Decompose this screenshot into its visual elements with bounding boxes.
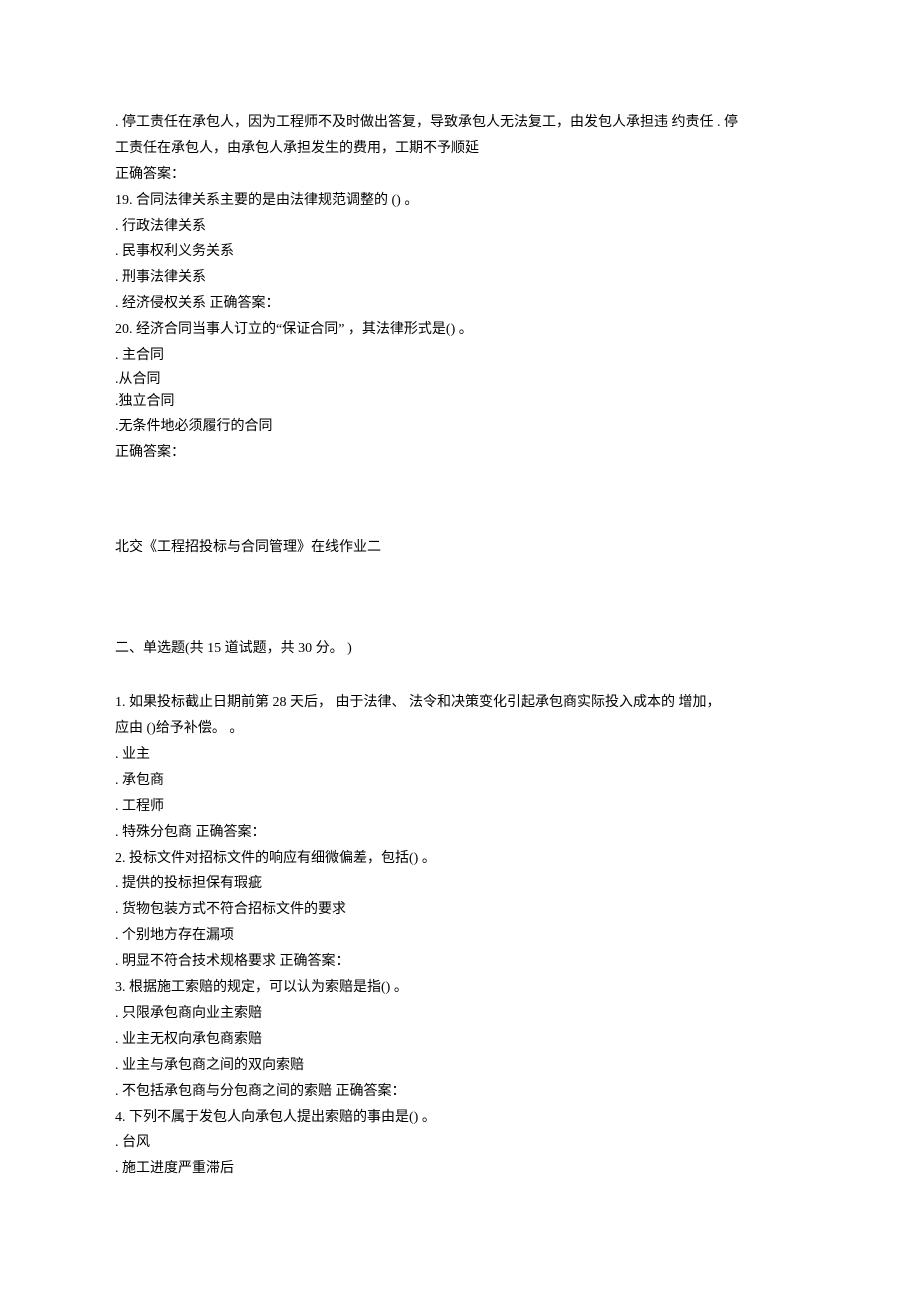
q19-option-4: . 经济侵权关系 正确答案： bbox=[115, 291, 805, 317]
q18-answer-label: 正确答案： bbox=[115, 162, 805, 188]
q2-text: 投标文件对招标文件的响应有细微偏差，包括() 。 bbox=[126, 851, 436, 866]
spacer bbox=[115, 465, 805, 535]
q2-stem: 2. 投标文件对招标文件的响应有细微偏差，包括() 。 bbox=[115, 846, 805, 872]
q2-option-4: . 明显不符合技术规格要求 正确答案： bbox=[115, 949, 805, 975]
document-title: 北交《工程招投标与合同管理》在线作业二 bbox=[115, 535, 805, 561]
q20-stem: 20. 经济合同当事人订立的“保证合同” ，其法律形式是() 。 bbox=[115, 317, 805, 343]
q3-option-2: . 业主无权向承包商索赔 bbox=[115, 1027, 805, 1053]
q2-number: 2. bbox=[115, 846, 126, 872]
q1-stem-line2: 应由 ()给予补偿。 。 bbox=[115, 716, 805, 742]
q4-stem: 4. 下列不属于发包人向承包人提出索赔的事由是() 。 bbox=[115, 1105, 805, 1131]
q19-text: 合同法律关系主要的是由法律规范调整的 () 。 bbox=[133, 193, 419, 208]
q3-option-1: . 只限承包商向业主索赔 bbox=[115, 1001, 805, 1027]
q3-number: 3. bbox=[115, 975, 126, 1001]
q4-number: 4. bbox=[115, 1105, 126, 1131]
q20-option-1: . 主合同 bbox=[115, 343, 805, 369]
q3-text: 根据施工索赔的规定，可以认为索赔是指() 。 bbox=[126, 980, 408, 995]
q3-option-4: . 不包括承包商与分包商之间的索赔 正确答案： bbox=[115, 1079, 805, 1105]
q18-tail-text-2: 工责任在承包人，由承包人承担发生的费用，工期不予顺延 bbox=[115, 136, 805, 162]
q1-option-4: . 特殊分包商 正确答案： bbox=[115, 820, 805, 846]
q1-option-2: . 承包商 bbox=[115, 768, 805, 794]
q2-option-1: . 提供的投标担保有瑕疵 bbox=[115, 871, 805, 897]
q19-stem: 19. 合同法律关系主要的是由法律规范调整的 () 。 bbox=[115, 188, 805, 214]
q19-number: 19. bbox=[115, 188, 133, 214]
q2-option-3: . 个别地方存在漏项 bbox=[115, 923, 805, 949]
q20-answer-label: 正确答案： bbox=[115, 440, 805, 466]
q20-number: 20. bbox=[115, 317, 133, 343]
q1-stem-line1: 1. 如果投标截止日期前第 28 天后， 由于法律、 法令和决策变化引起承包商实… bbox=[115, 690, 805, 716]
q19-option-2: . 民事权利义务关系 bbox=[115, 239, 805, 265]
q19-option-3: . 刑事法律关系 bbox=[115, 265, 805, 291]
spacer bbox=[115, 674, 805, 690]
q4-option-2: . 施工进度严重滞后 bbox=[115, 1156, 805, 1182]
q4-option-1: . 台风 bbox=[115, 1130, 805, 1156]
q20-option-3: .独立合同 bbox=[115, 391, 805, 413]
spacer bbox=[115, 662, 805, 674]
q1-number: 1. bbox=[115, 690, 126, 716]
q20-option-2: .从合同 bbox=[115, 369, 805, 391]
q19-option-1: . 行政法律关系 bbox=[115, 214, 805, 240]
q20-option-4: .无条件地必须履行的合同 bbox=[115, 414, 805, 440]
section-header: 二、单选题(共 15 道试题，共 30 分。 ) bbox=[115, 636, 805, 662]
q3-stem: 3. 根据施工索赔的规定，可以认为索赔是指() 。 bbox=[115, 975, 805, 1001]
spacer bbox=[115, 561, 805, 636]
q18-tail-text-1: . 停工责任在承包人，因为工程师不及时做出答复，导致承包人无法复工，由发包人承担… bbox=[115, 110, 805, 136]
q1-option-3: . 工程师 bbox=[115, 794, 805, 820]
q2-option-2: . 货物包装方式不符合招标文件的要求 bbox=[115, 897, 805, 923]
q3-option-3: . 业主与承包商之间的双向索赔 bbox=[115, 1053, 805, 1079]
q1-option-1: . 业主 bbox=[115, 742, 805, 768]
q4-text: 下列不属于发包人向承包人提出索赔的事由是() 。 bbox=[126, 1110, 436, 1125]
q20-text: 经济合同当事人订立的“保证合同” ，其法律形式是() 。 bbox=[133, 322, 473, 337]
q1-text-1: 如果投标截止日期前第 28 天后， 由于法律、 法令和决策变化引起承包商实际投入… bbox=[126, 695, 721, 710]
